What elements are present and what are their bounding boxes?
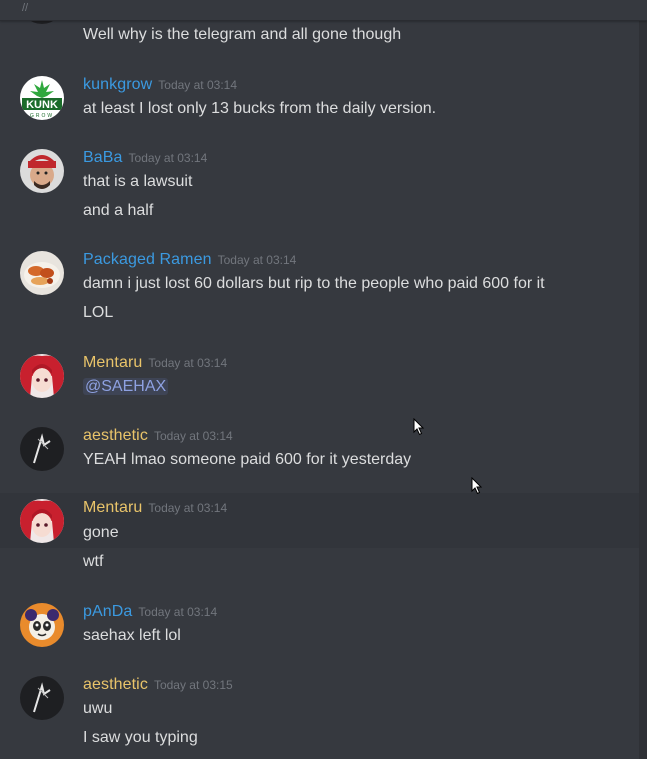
message-header: Mentaru Today at 03:14 [83, 499, 227, 517]
message-header: kunkgrow Today at 03:14 [83, 76, 237, 94]
avatar[interactable] [20, 149, 64, 193]
kunkgrow-logo-subtext: GROW [30, 113, 54, 119]
timestamp[interactable]: Today at 03:15 [154, 678, 233, 692]
username[interactable]: Mentaru [83, 354, 142, 371]
message-text: wtf [83, 553, 104, 570]
message-group[interactable]: Mentaru Today at 03:14 @SAEHAX [0, 348, 639, 410]
message-text: gone [83, 524, 119, 541]
timestamp[interactable]: Today at 03:14 [154, 429, 233, 443]
message-header: aesthetic Today at 03:14 [83, 427, 233, 445]
channel-header-bar: // [0, 0, 647, 21]
user-mention[interactable]: @SAEHAX [83, 378, 169, 395]
username[interactable]: aesthetic [83, 676, 148, 693]
username[interactable]: BaBa [83, 149, 123, 166]
timestamp[interactable]: Today at 03:14 [138, 605, 217, 619]
message-text: uwu [83, 700, 113, 717]
username[interactable]: Packaged Ramen [83, 251, 212, 268]
avatar[interactable] [20, 427, 64, 471]
message-group[interactable]: BaBa Today at 03:14 that is a lawsuit and… [0, 143, 639, 231]
timestamp[interactable]: Today at 03:14 [148, 501, 227, 515]
avatar[interactable] [20, 676, 64, 720]
message-group[interactable]: Packaged Ramen Today at 03:14 damn i just… [0, 245, 639, 333]
username[interactable]: pAnDa [83, 603, 132, 620]
mouse-cursor-icon [413, 418, 425, 436]
mouse-cursor-icon [471, 477, 483, 495]
message-header: pAnDa Today at 03:14 [83, 603, 217, 621]
message-header: BaBa Today at 03:14 [83, 149, 207, 167]
timestamp[interactable]: Today at 03:14 [129, 151, 208, 165]
message-text: YEAH lmao someone paid 600 for it yester… [83, 451, 412, 468]
message-group[interactable]: KUNK GROW kunkgrow Today at 03:14 at leas… [0, 70, 639, 130]
kunkgrow-logo-text: KUNK [26, 99, 58, 111]
avatar[interactable] [20, 603, 64, 647]
message-header: aesthetic Today at 03:15 [83, 676, 233, 694]
message-text: at least I lost only 13 bucks from the d… [83, 100, 437, 117]
username[interactable]: kunkgrow [83, 76, 152, 93]
username[interactable]: aesthetic [83, 427, 148, 444]
scrollbar-track[interactable] [639, 20, 647, 759]
message-text: LOL [83, 304, 114, 321]
message-text: I saw you typing [83, 729, 198, 746]
message-text: saehax left lol [83, 627, 181, 644]
timestamp[interactable]: Today at 03:14 [218, 253, 297, 267]
avatar[interactable] [20, 499, 64, 543]
message-header: Mentaru Today at 03:14 [83, 354, 227, 372]
avatar[interactable]: KUNK GROW [20, 76, 64, 120]
avatar[interactable] [20, 251, 64, 295]
message-group[interactable]: aesthetic Today at 03:15 uwu I saw you ty… [0, 670, 639, 759]
username[interactable]: Mentaru [83, 499, 142, 516]
message-text: that is a lawsuit [83, 173, 193, 190]
message-text: damn i just lost 60 dollars but rip to t… [83, 275, 545, 292]
message-group[interactable]: Mentaru Today at 03:14 gone wtf [0, 493, 639, 581]
timestamp[interactable]: Today at 03:14 [158, 78, 237, 92]
avatar[interactable] [20, 354, 64, 398]
message-header: Packaged Ramen Today at 03:14 [83, 251, 296, 269]
message-group[interactable]: aesthetic Today at 03:14 YEAH lmao someon… [0, 421, 639, 483]
chat-message-list[interactable]: // Well why is the telegram and all gone… [0, 0, 647, 759]
message-text: and a half [83, 202, 154, 219]
message-text: @SAEHAX [83, 378, 169, 396]
timestamp[interactable]: Today at 03:14 [148, 356, 227, 370]
channel-header-icon: // [22, 2, 29, 14]
message-text: Well why is the telegram and all gone th… [83, 26, 402, 43]
message-group[interactable]: pAnDa Today at 03:14 saehax left lol [0, 597, 639, 659]
